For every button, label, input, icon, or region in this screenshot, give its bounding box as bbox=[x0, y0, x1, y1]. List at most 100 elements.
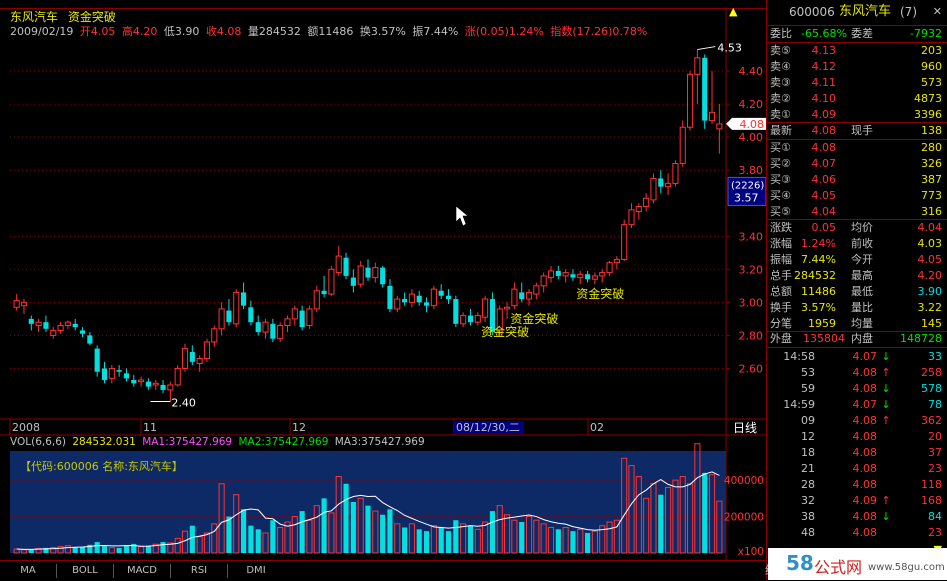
volume-bar bbox=[101, 546, 108, 553]
buy-price: 4.07 bbox=[811, 157, 837, 170]
buy-label: 买④ bbox=[770, 189, 791, 202]
sell-volume: 3396 bbox=[914, 108, 942, 121]
waipan-value: 135804 bbox=[803, 332, 845, 345]
buy-price: 4.05 bbox=[811, 189, 837, 202]
volume-bar bbox=[489, 511, 495, 553]
tab-macd[interactable]: MACD bbox=[114, 564, 171, 578]
tick-volume: 578 bbox=[921, 382, 942, 395]
volume-bar bbox=[94, 542, 100, 553]
sell-label: 卖① bbox=[770, 108, 791, 121]
sep bbox=[767, 347, 947, 348]
sell-row: 卖⑤ 4.13 203 bbox=[767, 43, 947, 59]
volume-bar bbox=[445, 531, 452, 553]
tick-price: 4.07 bbox=[852, 398, 878, 411]
tick-direction: ↑ bbox=[881, 494, 891, 507]
vol-legend-ma3: MA3:375427.969 bbox=[334, 436, 425, 448]
buy-row: 买② 4.07 326 bbox=[767, 156, 947, 172]
stat-value-2: 4.20 bbox=[917, 269, 943, 282]
volume-chart[interactable]: 400000 200000 x100 bbox=[0, 0, 766, 560]
tick-direction: ↓ bbox=[881, 382, 891, 395]
stat-row: 总额 11486 最低 3.90 bbox=[767, 284, 947, 300]
sell-price: 4.10 bbox=[811, 92, 837, 105]
tick-time: 48 bbox=[801, 526, 815, 539]
volume-tick-label-1: 200000 bbox=[724, 512, 764, 524]
buy-label: 买② bbox=[770, 157, 791, 170]
tab-ma[interactable]: MA bbox=[0, 564, 57, 578]
tick-row: 48 4.08 23 bbox=[767, 525, 947, 541]
weicha-label: 委差 bbox=[851, 27, 873, 40]
tick-row: 32 4.09 ↑ 168 bbox=[767, 493, 947, 509]
stat-label-2: 前收 bbox=[851, 237, 873, 250]
sell-volume: 4873 bbox=[914, 92, 942, 105]
tab-boll[interactable]: BOLL bbox=[57, 564, 114, 578]
volume-bar bbox=[585, 532, 591, 553]
tick-price: 4.08 bbox=[852, 430, 878, 443]
tick-volume: 84 bbox=[928, 510, 942, 523]
volume-bar bbox=[350, 502, 356, 553]
stat-label-2: 最低 bbox=[851, 285, 873, 298]
tick-row: 18 4.08 37 bbox=[767, 445, 947, 461]
quote-panel: ▲ 600006 东风汽车 (7) ✕ 委比 -65.68% 委差 -7932 … bbox=[729, 0, 947, 580]
stat-value: 11486 bbox=[801, 285, 836, 298]
tab-rsi[interactable]: RSI bbox=[171, 564, 228, 578]
sell-row: 卖② 4.10 4873 bbox=[767, 91, 947, 107]
stock-code: 600006 bbox=[789, 5, 835, 19]
volume-bar bbox=[145, 545, 151, 553]
stat-label-2: 均价 bbox=[851, 221, 873, 234]
weibi-value: -65.68% bbox=[801, 27, 847, 40]
sell-volume: 573 bbox=[921, 76, 942, 89]
tick-time: 12 bbox=[801, 430, 815, 443]
volume-bar bbox=[416, 529, 422, 553]
stat-value: 7.44% bbox=[801, 253, 836, 266]
tick-row: 09 4.08 ↑ 362 bbox=[767, 413, 947, 429]
tick-volume: 258 bbox=[921, 366, 942, 379]
tick-time: 14:59 bbox=[783, 398, 815, 411]
sell-row: 卖④ 4.12 960 bbox=[767, 59, 947, 75]
volume-bar bbox=[189, 525, 195, 553]
quote-header: ▲ 600006 东风汽车 (7) ✕ bbox=[729, 2, 947, 22]
stat-row: 振幅 7.44% 今开 4.05 bbox=[767, 252, 947, 268]
tick-volume: 20 bbox=[928, 430, 942, 443]
latest-label: 最新 bbox=[770, 124, 792, 137]
buy-volume: 316 bbox=[921, 205, 942, 218]
weibi-row: 委比 -65.68% 委差 -7932 bbox=[767, 26, 947, 42]
sell-label: 卖② bbox=[770, 92, 791, 105]
volume-bar bbox=[255, 529, 261, 553]
buy-volume: 387 bbox=[921, 173, 942, 186]
tick-row: 21 4.08 23 bbox=[767, 461, 947, 477]
sell-price: 4.12 bbox=[811, 60, 837, 73]
tick-direction: ↓ bbox=[881, 398, 891, 411]
stat-row: 换手 3.57% 量比 3.22 bbox=[767, 300, 947, 316]
tick-price: 4.08 bbox=[852, 510, 878, 523]
buy-label: 买① bbox=[770, 141, 791, 154]
stat-label: 振幅 bbox=[770, 253, 792, 266]
volume-bar bbox=[467, 525, 474, 553]
vol-legend-value: 284532.031 bbox=[72, 436, 136, 448]
xianshou-label: 现手 bbox=[851, 124, 873, 137]
sell-label: 卖③ bbox=[770, 76, 791, 89]
stat-label-2: 量比 bbox=[851, 301, 873, 314]
volume-bar bbox=[365, 505, 371, 553]
close-icon[interactable]: ✕ bbox=[933, 2, 942, 22]
stat-value: 3.57% bbox=[801, 301, 836, 314]
volume-bar bbox=[299, 511, 305, 553]
stat-label: 分笔 bbox=[770, 317, 792, 330]
sell-row: 卖③ 4.11 573 bbox=[767, 75, 947, 91]
tick-volume: 118 bbox=[921, 478, 942, 491]
volume-bar bbox=[270, 520, 276, 553]
stat-row: 涨跌 0.05 均价 4.04 bbox=[767, 220, 947, 236]
volume-unit-label: x100 bbox=[738, 546, 764, 558]
watermark-logo: 58 公式网 www.58gu.com bbox=[768, 548, 947, 580]
scroll-up-icon[interactable]: ▲ bbox=[729, 2, 737, 22]
stat-value: 1.24% bbox=[801, 237, 836, 250]
vol-caption: 【代码:600006 名称:东风汽车】 bbox=[20, 460, 183, 473]
volume-bar bbox=[160, 542, 166, 553]
buy-volume: 280 bbox=[921, 141, 942, 154]
stat-value-2: 145 bbox=[921, 317, 942, 330]
tick-price: 4.08 bbox=[852, 382, 878, 395]
stat-label: 总额 bbox=[770, 285, 792, 298]
tab-dmi[interactable]: DMI bbox=[228, 564, 284, 578]
tick-row: 28 4.08 118 bbox=[767, 477, 947, 493]
buy-price: 4.04 bbox=[811, 205, 837, 218]
stat-label: 涨幅 bbox=[770, 237, 792, 250]
